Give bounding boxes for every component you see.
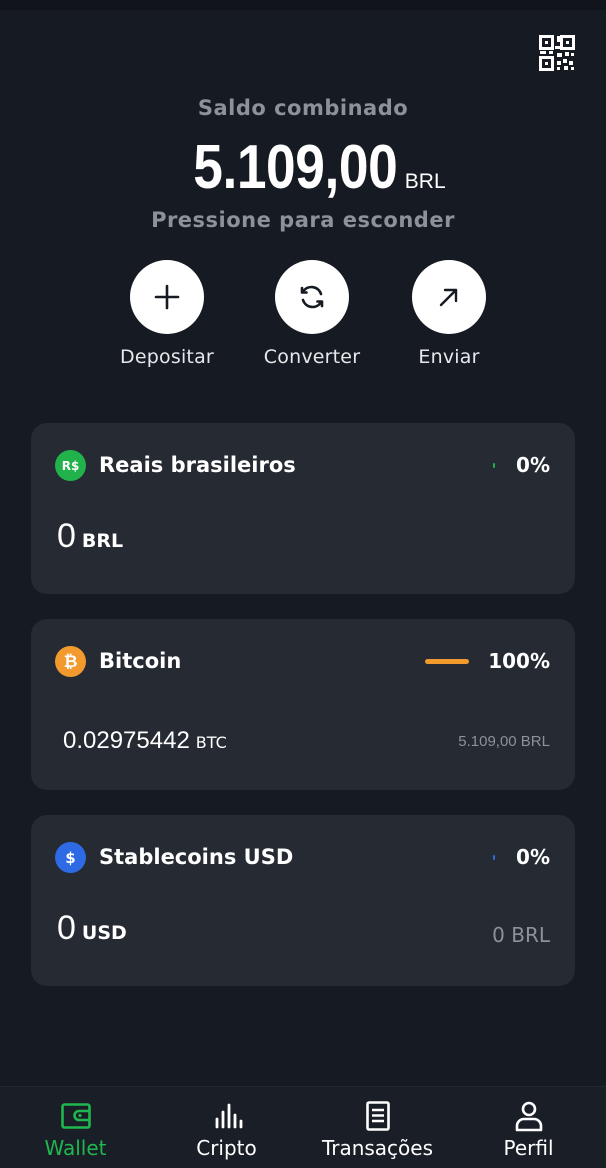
asset-amount-unit: USD [81,922,127,944]
convert-circle [275,260,349,334]
asset-card-brl[interactable]: R$ Reais brasileiros 0% 0 BRL [31,423,575,594]
asset-percent: 0% [516,845,550,869]
asset-amount: 0 USD [57,909,127,948]
send-arrow-icon [439,288,458,307]
allocation-bar [493,463,495,468]
balance-label: Saldo combinado [197,96,409,120]
asset-card-btc[interactable]: ₿ Bitcoin 100% 0.02975442 BTC 5.109,00 BR… [31,619,575,790]
asset-name: Bitcoin [99,649,182,673]
person-icon [515,1101,542,1132]
deposit-circle [130,260,204,334]
asset-card-usd[interactable]: $ Stablecoins USD 0% 0 USD 0 BRL [31,815,575,986]
nav-label: Transações [321,1136,434,1160]
deposit-button[interactable]: Depositar [92,260,242,368]
balance-amount[interactable]: 5.109,00 BRL [0,132,606,203]
nav-label: Cripto [196,1136,257,1160]
quick-actions: Depositar Converter Enviar [0,260,606,380]
asset-percent: 100% [488,649,550,673]
qr-code-button[interactable] [538,34,576,72]
asset-amount-value: 0 [57,517,76,555]
nav-cripto[interactable]: Cripto [151,1087,302,1168]
document-icon [365,1101,390,1131]
plus-icon [154,284,180,310]
balance-currency: BRL [404,170,446,193]
nav-label: Wallet [44,1136,107,1160]
brl-coin-icon: R$ [55,450,86,481]
nav-transacoes[interactable]: Transações [302,1087,453,1168]
chart-bars-icon [215,1103,242,1129]
nav-perfil[interactable]: Perfil [453,1087,604,1168]
bitcoin-coin-icon: ₿ [55,646,86,677]
wallet-icon [60,1103,91,1129]
allocation-bar [425,659,469,664]
usd-coin-icon: $ [55,842,86,873]
convert-icon [300,285,324,309]
nav-wallet[interactable]: Wallet [0,1087,151,1168]
qr-code-icon [539,35,575,71]
asset-name: Stablecoins USD [99,845,294,869]
allocation-bar [493,855,495,860]
asset-amount-unit: BTC [195,733,227,752]
asset-amount-unit: BRL [81,530,124,552]
bottom-navigation: Wallet Cripto Transações Perfil [0,1086,606,1168]
deposit-label: Depositar [120,346,214,368]
send-circle [412,260,486,334]
send-label: Enviar [418,346,480,368]
nav-label: Perfil [503,1136,554,1160]
asset-percent: 0% [516,453,550,477]
send-button[interactable]: Enviar [374,260,524,368]
asset-amount: 0.02975442 BTC [63,727,227,755]
wallet-screen: Saldo combinado 5.109,00 BRL Pressione p… [0,0,606,1168]
balance-value: 5.109,00 [193,133,399,202]
status-bar [0,0,606,10]
asset-name: Reais brasileiros [99,453,296,477]
convert-label: Converter [263,346,361,368]
asset-fiat-value: 5.109,00 BRL [458,733,550,750]
convert-button[interactable]: Converter [237,260,387,368]
asset-amount-value: 0 [57,909,76,947]
hide-balance-hint[interactable]: Pressione para esconder [0,208,606,232]
asset-amount-value: 0.02975442 [63,727,190,754]
asset-amount: 0 BRL [57,517,123,556]
asset-fiat-value: 0 BRL [492,923,550,947]
